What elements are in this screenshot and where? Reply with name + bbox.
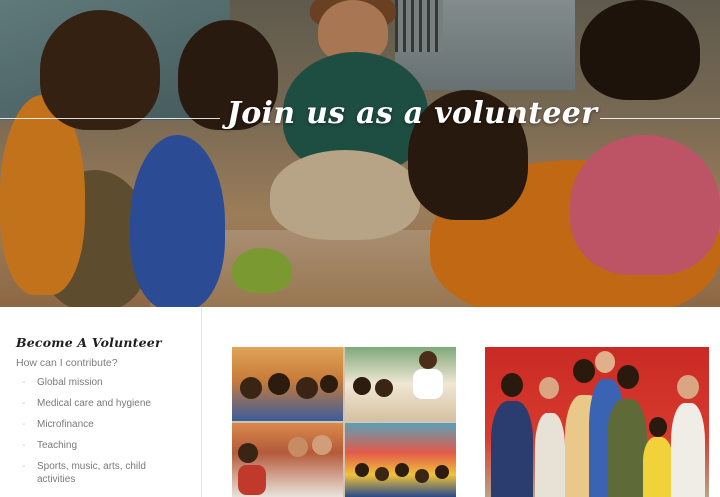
hero-overlay [0, 0, 720, 307]
group-photo-person [607, 399, 647, 497]
group-photo-person [491, 401, 533, 497]
collage-cell-crowd [345, 423, 456, 497]
group-photo-person [677, 375, 699, 399]
sidebar-item-label: Medical care and hygiene [37, 398, 151, 409]
list-dash-icon: - [22, 398, 26, 409]
group-photo-person [539, 377, 559, 399]
list-dash-icon: - [22, 461, 26, 472]
collage-cell-classroom [232, 347, 343, 421]
sidebar-heading: Become A Volunteer [16, 335, 162, 350]
sidebar-item-label: Teaching [37, 440, 78, 451]
sidebar-item-global-mission[interactable]: - Global mission [16, 376, 186, 389]
sidebar-item-medical-care[interactable]: - Medical care and hygiene [16, 397, 186, 410]
hero-title: Join us as a volunteer [226, 96, 598, 131]
group-photo-person [643, 437, 673, 497]
sidebar-item-label: Sports, music, arts, child activities [37, 461, 146, 485]
volunteer-sidebar: Become A Volunteer How can I contribute?… [0, 307, 202, 497]
hero-banner: Join us as a volunteer [0, 0, 720, 307]
list-dash-icon: - [22, 419, 26, 430]
group-photo-person [573, 359, 595, 383]
sidebar-item-microfinance[interactable]: - Microfinance [16, 418, 186, 431]
hero-title-rule [0, 118, 220, 119]
sidebar-subheading: How can I contribute? [16, 357, 118, 369]
list-dash-icon: - [22, 440, 26, 451]
sidebar-item-label: Global mission [37, 377, 103, 388]
collage-cell-teacher [345, 347, 456, 421]
group-photo-person [595, 351, 615, 373]
group-photo-person [671, 403, 705, 497]
sidebar-menu: - Global mission - Medical care and hygi… [16, 376, 201, 486]
group-photo-person [649, 417, 667, 437]
sidebar-item-sports-music-arts[interactable]: - Sports, music, arts, child activities [16, 460, 186, 486]
group-photo-person [617, 365, 639, 389]
volunteer-collage-photo[interactable] [232, 347, 456, 497]
sidebar-item-label: Microfinance [37, 419, 94, 430]
hero-title-rule [600, 118, 720, 119]
list-dash-icon: - [22, 377, 26, 388]
volunteer-group-photo[interactable] [485, 347, 709, 497]
sidebar-item-teaching[interactable]: - Teaching [16, 439, 186, 452]
collage-cell-group [232, 423, 343, 497]
group-photo-person [535, 413, 565, 497]
group-photo-person [501, 373, 523, 397]
